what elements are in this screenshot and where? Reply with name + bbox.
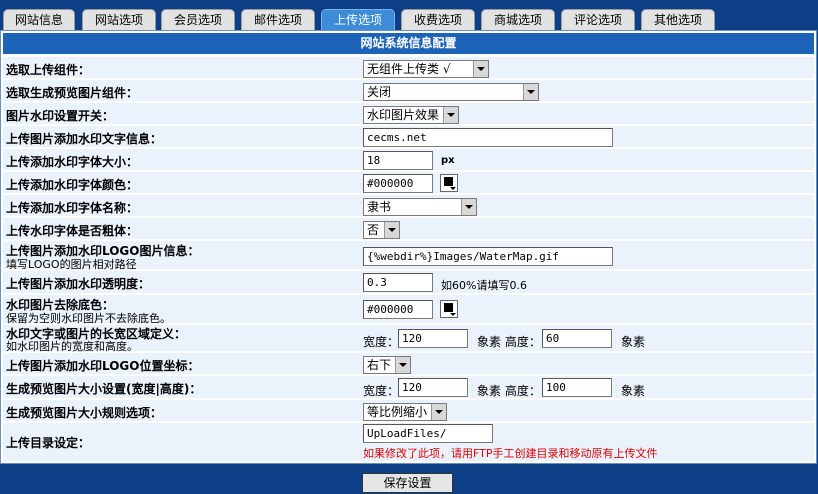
- upload-dir-warning: 如果修改了此项，请用FTP手工创建目录和移动原有上传文件: [363, 447, 658, 460]
- row-font-color: 上传添加水印字体颜色： #000000: [3, 172, 814, 193]
- row-watermark-switch: 图片水印设置开关： 水印图片效果: [3, 103, 814, 124]
- wm-height-label: 象素 高度：: [477, 335, 541, 349]
- wm-width-input[interactable]: 120: [398, 329, 468, 348]
- font-bold-label: 上传水印字体是否粗体：: [6, 224, 139, 238]
- tab-shop-options[interactable]: 商城选项: [481, 9, 555, 30]
- font-color-input[interactable]: #000000: [363, 174, 433, 193]
- watermark-switch-label: 图片水印设置开关：: [6, 109, 115, 123]
- row-watermark-text: 上传图片添加水印文字信息： cecms.net: [3, 126, 814, 147]
- watermark-text-input[interactable]: cecms.net: [363, 128, 613, 147]
- upload-dir-input[interactable]: UpLoadFiles/: [363, 424, 493, 443]
- preview-rule-label: 生成预览图片大小规则选项：: [6, 406, 163, 420]
- upload-component-select[interactable]: 无组件上传类 √: [363, 60, 489, 78]
- chevron-down-icon: [523, 84, 538, 100]
- color-picker-icon[interactable]: [440, 174, 458, 192]
- opacity-input[interactable]: 0.3: [363, 273, 433, 292]
- logo-info-sub: 填写LOGO的图片相对路径: [6, 258, 137, 271]
- chevron-down-icon: [473, 61, 488, 77]
- tab-comment-options[interactable]: 评论选项: [561, 9, 635, 30]
- upload-component-label: 选取上传组件：: [6, 63, 91, 77]
- chevron-down-icon: [443, 107, 458, 123]
- font-size-label: 上传添加水印字体大小：: [6, 155, 139, 169]
- row-remove-bg: 水印图片去除底色： 保留为空则水印图片不去除底色。 #000000: [3, 295, 814, 325]
- row-preview-rule: 生成预览图片大小规则选项： 等比例缩小: [3, 400, 814, 421]
- logo-position-label: 上传图片添加水印LOGO位置坐标：: [6, 359, 200, 373]
- preview-component-select[interactable]: 关闭: [363, 83, 539, 101]
- preview-unit: 象素: [621, 384, 646, 398]
- row-opacity: 上传图片添加水印透明度： 0.3 如60%请填写0.6: [3, 271, 814, 293]
- remove-bg-sub: 保留为空则水印图片不去除底色。: [6, 312, 171, 325]
- row-preview-size: 生成预览图片大小设置(宽度|高度)： 宽度： 120 象素 高度： 100 象素: [3, 376, 814, 398]
- tab-charge-options[interactable]: 收费选项: [401, 9, 475, 30]
- chevron-down-icon: [461, 199, 476, 215]
- font-size-unit: px: [441, 155, 455, 166]
- logo-position-select[interactable]: 右下: [363, 356, 411, 374]
- row-font-bold: 上传水印字体是否粗体： 否: [3, 218, 814, 239]
- tab-site-options[interactable]: 网站选项: [82, 9, 156, 30]
- row-logo-info: 上传图片添加水印LOGO图片信息： 填写LOGO的图片相对路径 {%webdir…: [3, 241, 814, 271]
- tab-site-info[interactable]: 网站信息: [3, 9, 75, 30]
- wm-height-input[interactable]: 60: [542, 329, 612, 348]
- remove-bg-input[interactable]: #000000: [363, 300, 433, 319]
- row-font-size: 上传添加水印字体大小： 18 px: [3, 149, 814, 170]
- wm-unit: 象素: [621, 335, 646, 349]
- row-upload-dir: 上传目录设定： UpLoadFiles/ 如果修改了此项，请用FTP手工创建目录…: [3, 423, 814, 461]
- preview-width-input[interactable]: 120: [398, 378, 468, 397]
- tab-member-options[interactable]: 会员选项: [161, 9, 235, 30]
- color-picker-icon[interactable]: [440, 300, 458, 318]
- row-upload-component: 选取上传组件： 无组件上传类 √: [3, 57, 814, 78]
- section-title: 网站系统信息配置: [3, 33, 814, 54]
- font-bold-select[interactable]: 否: [363, 221, 400, 239]
- opacity-hint: 如60%请填写0.6: [441, 279, 527, 292]
- font-name-label: 上传添加水印字体名称：: [6, 201, 139, 215]
- row-logo-position: 上传图片添加水印LOGO位置坐标： 右下: [3, 353, 814, 374]
- tab-other-options[interactable]: 其他选项: [641, 9, 715, 30]
- row-preview-component: 选取生成预览图片组件： 关闭: [3, 80, 814, 101]
- wm-width-label: 宽度：: [363, 335, 400, 349]
- tab-upload-options[interactable]: 上传选项: [321, 9, 395, 30]
- wm-area-sub: 如水印图片的宽度和高度。: [6, 340, 138, 353]
- preview-component-label: 选取生成预览图片组件：: [6, 86, 139, 100]
- preview-height-label: 象素 高度：: [477, 384, 541, 398]
- chevron-down-icon: [384, 222, 399, 238]
- font-size-input[interactable]: 18: [363, 151, 433, 170]
- watermark-switch-select[interactable]: 水印图片效果: [363, 106, 459, 124]
- save-button[interactable]: 保存设置: [362, 473, 453, 493]
- row-font-name: 上传添加水印字体名称： 隶书: [3, 195, 814, 216]
- logo-info-input[interactable]: {%webdir%}Images/WaterMap.gif: [363, 247, 613, 266]
- row-watermark-area: 水印文字或图片的长宽区域定义： 如水印图片的宽度和高度。 宽度： 120 象素 …: [3, 325, 814, 353]
- chevron-down-icon: [395, 357, 410, 373]
- tab-mail-options[interactable]: 邮件选项: [241, 9, 315, 30]
- preview-size-label: 生成预览图片大小设置(宽度|高度)：: [6, 382, 202, 396]
- preview-height-input[interactable]: 100: [542, 378, 612, 397]
- preview-width-label: 宽度：: [363, 384, 400, 398]
- font-color-label: 上传添加水印字体颜色：: [6, 178, 139, 192]
- font-name-select[interactable]: 隶书: [363, 198, 477, 216]
- watermark-text-label: 上传图片添加水印文字信息：: [6, 132, 163, 146]
- tab-bar: 网站信息 网站选项 会员选项 邮件选项 上传选项 收费选项 商城选项 评论选项 …: [0, 0, 818, 30]
- chevron-down-icon: [431, 404, 446, 420]
- settings-panel: 网站系统信息配置 选取上传组件： 无组件上传类 √ 选取生成预览图片组件： 关闭…: [0, 30, 817, 464]
- upload-dir-label: 上传目录设定：: [6, 436, 91, 450]
- opacity-label: 上传图片添加水印透明度：: [6, 277, 151, 291]
- preview-rule-select[interactable]: 等比例缩小: [363, 403, 447, 421]
